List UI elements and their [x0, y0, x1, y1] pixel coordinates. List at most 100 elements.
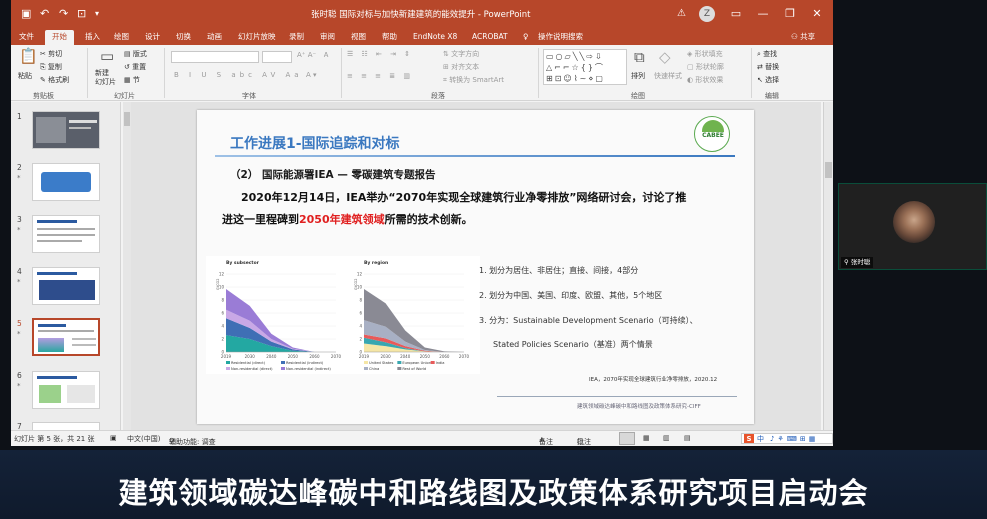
cut-button[interactable]: ✂ 剪切	[40, 49, 62, 59]
close-icon[interactable]: ✕	[806, 5, 828, 23]
redo-icon[interactable]: ↷	[59, 7, 68, 21]
copy-button[interactable]: ⎘ 复制	[40, 62, 62, 72]
notes-label: 备注	[539, 438, 553, 446]
tab-review[interactable]: 审阅	[320, 30, 335, 45]
select-button[interactable]: ↖ 选择	[757, 75, 779, 85]
layout-button[interactable]: ▤ 版式	[124, 49, 147, 59]
slide-thumbnail-4[interactable]	[32, 267, 100, 305]
arrange-icon[interactable]: ⧉	[634, 49, 645, 65]
clear-format-icon[interactable]: Ꭺ	[324, 51, 329, 60]
list-buttons[interactable]: ☰ ☷ ⇤ ⇥ ⇕	[347, 50, 413, 58]
cursor-icon: ↖	[757, 76, 763, 84]
legend-swatch	[430, 361, 435, 364]
warning-icon[interactable]: ⚠	[677, 7, 686, 21]
presentation-icon[interactable]: ⊡	[77, 7, 86, 21]
font-name-box[interactable]	[171, 51, 259, 63]
ime-tool-icons: ♪⚘⌨⊞▦	[770, 435, 819, 443]
slide-thumbnail-5[interactable]	[32, 318, 100, 356]
chart-image[interactable]: By subsector GtCO2 0 2 4 6 8 10 12 2019 2030 2040 20…	[206, 256, 480, 374]
ime-toolbar[interactable]: S 中 ♪⚘⌨⊞▦	[741, 433, 833, 444]
layout-icon: ▤	[124, 50, 131, 58]
event-title: 建筑领域碳达峰碳中和路线图及政策体系研究项目启动会	[118, 476, 869, 510]
thumbnail-scrollbar[interactable]	[123, 102, 131, 430]
current-slide[interactable]: 工作进展1-国际追踪和对标 CABEE （2） 国际能源署IEA — 零碳建筑专…	[197, 110, 754, 424]
participant-name: 张时聪	[850, 258, 871, 266]
align-buttons[interactable]: ≡ ≡ ≡ ≣ ▥	[347, 72, 413, 80]
group-slides: 幻灯片	[114, 92, 135, 100]
scroll-thumb[interactable]	[825, 162, 832, 178]
reading-view-icon[interactable]: ▥	[663, 434, 670, 442]
font-grow-icon[interactable]: A⁺ A⁻	[297, 51, 316, 59]
tab-insert[interactable]: 插入	[85, 30, 100, 45]
x-tick-label: 2030	[245, 354, 256, 359]
quick-styles-button[interactable]: 快速样式	[654, 71, 682, 81]
minimize-icon[interactable]: —	[752, 5, 774, 23]
find-button[interactable]: ⌕ 查找	[757, 49, 777, 59]
slide-thumbnail-1[interactable]	[32, 111, 100, 149]
slide-scrollbar[interactable]	[823, 102, 833, 430]
normal-view-icon[interactable]	[619, 432, 635, 445]
thumb-number: 3	[17, 215, 22, 224]
restore-icon[interactable]: ❐	[779, 5, 801, 23]
group-clipboard: 剪贴板	[33, 92, 54, 100]
tab-slideshow[interactable]: 幻灯片放映	[238, 30, 276, 45]
paste-icon[interactable]: 📋	[19, 48, 38, 64]
shape-outline-button[interactable]: ▢ 形状轮廓	[687, 62, 724, 72]
shape-effects-button[interactable]: ◐ 形状效果	[687, 75, 723, 85]
paste-button[interactable]: 粘贴	[18, 71, 32, 81]
slide-thumbnail-6[interactable]	[32, 371, 100, 409]
reset-button[interactable]: ↺ 重置	[124, 62, 146, 72]
legend-swatch	[364, 367, 368, 370]
tab-record[interactable]: 录制	[289, 30, 304, 45]
share-button[interactable]: ⚇ 共享	[791, 30, 815, 45]
select-label: 选择	[765, 76, 780, 84]
y-tick-label: 4	[359, 324, 362, 329]
tab-view[interactable]: 视图	[351, 30, 366, 45]
replace-button[interactable]: ⇄ 替换	[757, 62, 779, 72]
tab-animations[interactable]: 动画	[207, 30, 222, 45]
font-style-buttons[interactable]: B I U S abc AV Aa	[174, 71, 303, 79]
slide-title: 工作进展1-国际追踪和对标	[230, 136, 400, 152]
tab-file[interactable]: 文件	[19, 30, 34, 45]
undo-icon[interactable]: ↶	[40, 7, 49, 21]
align-text-button[interactable]: ⊞ 对齐文本	[443, 62, 479, 72]
new-slide-icon[interactable]: ▭	[100, 48, 114, 64]
slideshow-view-icon[interactable]: ▤	[684, 434, 691, 442]
save-icon[interactable]: ▣	[21, 7, 31, 21]
smartart-button[interactable]: ⌗ 转换为 SmartArt	[443, 75, 504, 85]
scroll-thumb[interactable]	[124, 112, 130, 126]
font-size-box[interactable]	[262, 51, 292, 63]
tab-draw[interactable]: 绘图	[114, 30, 129, 45]
spellcheck-icon[interactable]: ▣	[110, 434, 117, 442]
tab-design[interactable]: 设计	[145, 30, 160, 45]
language-indicator[interactable]: 中文(中国)	[127, 434, 160, 444]
tab-acrobat[interactable]: ACROBAT	[472, 30, 508, 45]
ribbon-display-icon[interactable]: ▭	[725, 5, 747, 23]
slide-thumbnail-2[interactable]	[32, 163, 100, 201]
format-painter-button[interactable]: ✎ 格式刷	[40, 75, 69, 85]
account-avatar[interactable]: Z	[699, 6, 715, 22]
tell-me-search[interactable]: 操作说明搜索	[538, 30, 583, 45]
person-icon: ⚇	[791, 32, 798, 41]
arrange-button[interactable]: 排列	[631, 71, 645, 81]
slide-sorter-icon[interactable]: ▦	[643, 434, 650, 442]
tab-home[interactable]: 开始	[45, 30, 74, 45]
thumb-number: 6	[17, 371, 22, 380]
section-button[interactable]: ▦ 节	[124, 75, 140, 85]
customize-qat-icon[interactable]: ▾	[95, 7, 99, 21]
tab-transitions[interactable]: 切换	[176, 30, 191, 45]
shape-fill-button[interactable]: ◈ 形状填充	[687, 49, 723, 59]
tab-endnote[interactable]: EndNote X8	[413, 30, 457, 45]
slide-thumbnail-7[interactable]	[32, 422, 100, 430]
legend-label: Rest of World	[402, 367, 426, 371]
slide-thumbnail-3[interactable]	[32, 215, 100, 253]
shapes-gallery[interactable]: ▭○▱╲╲⇨⇩ △⌐⌐☆{}⌒ ⊞⊡☺⌇~⋄▢	[543, 49, 627, 85]
quick-styles-icon[interactable]: ◇	[659, 49, 671, 65]
thumb-number: 2	[17, 163, 22, 172]
lightbulb-icon: ♀	[523, 32, 529, 41]
text-direction-button[interactable]: ⇅ 文字方向	[443, 49, 479, 59]
font-color-icon[interactable]: A ▾	[306, 71, 317, 79]
tab-help[interactable]: 帮助	[382, 30, 397, 45]
new-slide-button[interactable]: 新建 幻灯片	[95, 69, 116, 87]
webcam-video[interactable]: ⚲ 张时聪	[838, 183, 987, 270]
